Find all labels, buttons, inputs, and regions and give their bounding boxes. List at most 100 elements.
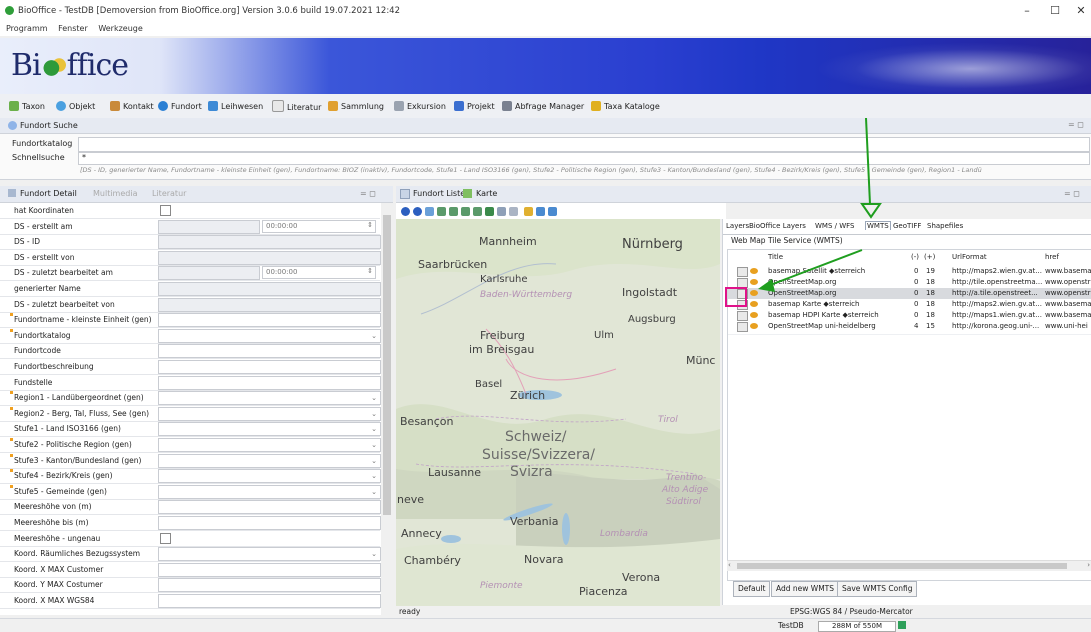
table-row[interactable]: basemap HDPI Karte ◆sterreich 0 18 http://m… xyxy=(728,310,1091,321)
draw-icon[interactable] xyxy=(524,207,533,216)
toolbar-sammlung[interactable]: Sammlung xyxy=(328,100,384,113)
cursor-icon[interactable] xyxy=(509,207,518,216)
toolbar-taxon[interactable]: Taxon xyxy=(9,100,45,113)
dropdown-field[interactable]: ⌄ xyxy=(158,484,381,499)
globe-icon[interactable] xyxy=(401,207,410,216)
spinner-icon[interactable]: ⇕ xyxy=(367,267,373,275)
col-max[interactable]: (+) xyxy=(924,253,935,261)
tab-karte[interactable]: Karte xyxy=(476,189,497,198)
layer-toggle-icon[interactable] xyxy=(737,278,748,288)
tab-literatur[interactable]: Literatur xyxy=(152,189,186,198)
tab-geotiff[interactable]: GeoTIFF xyxy=(893,222,921,230)
dropdown-field[interactable]: ⌄ xyxy=(158,406,381,421)
toolbar-objekt[interactable]: Objekt xyxy=(56,100,95,113)
tab-shapefiles[interactable]: Shapefiles xyxy=(927,222,963,230)
visibility-icon[interactable] xyxy=(750,323,758,329)
dropdown-field[interactable]: ⌄ xyxy=(158,328,381,343)
save-wmts-config-button[interactable]: Save WMTS Config xyxy=(837,581,918,597)
tab-wmts[interactable]: WMTS xyxy=(865,221,891,230)
tab-wms-wfs[interactable]: WMS / WFS xyxy=(815,222,854,230)
measure-icon[interactable] xyxy=(497,207,506,216)
layer-toggle-icon[interactable] xyxy=(737,322,748,332)
chevron-down-icon[interactable]: ⌄ xyxy=(371,441,377,449)
text-field[interactable] xyxy=(158,562,381,577)
zoom-prev-icon[interactable] xyxy=(473,207,482,216)
layer-toggle-icon[interactable] xyxy=(737,267,748,277)
text-field[interactable] xyxy=(158,578,381,593)
dropdown-field[interactable]: ⌄ xyxy=(158,438,381,452)
text-field[interactable] xyxy=(158,250,381,265)
pan-icon[interactable] xyxy=(425,207,434,216)
text-field[interactable] xyxy=(158,344,381,359)
col-title[interactable]: Title xyxy=(768,253,783,261)
toolbar-abfrage-manager[interactable]: Abfrage Manager xyxy=(502,100,584,113)
tab-multimedia[interactable]: Multimedia xyxy=(93,189,137,198)
toolbar-kontakt[interactable]: Kontakt xyxy=(110,100,154,113)
menu-fenster[interactable]: Fenster xyxy=(58,22,88,36)
text-field[interactable] xyxy=(158,282,381,296)
scrollbar-thumb[interactable] xyxy=(383,215,391,515)
text-field[interactable] xyxy=(158,594,381,608)
col-min[interactable]: (-) xyxy=(911,253,919,261)
chevron-down-icon[interactable]: ⌄ xyxy=(371,394,377,402)
spinner-icon[interactable]: ⇕ xyxy=(367,221,373,229)
layer-icon[interactable] xyxy=(485,207,494,216)
fundortkatalog-field[interactable] xyxy=(78,137,1090,152)
layer-toggle-icon[interactable] xyxy=(737,300,748,310)
dropdown-field[interactable]: ⌄ xyxy=(158,422,381,437)
table-row[interactable]: OpenStreetMap.org 0 18 http://a.tile.openst… xyxy=(728,288,1091,299)
visibility-icon[interactable] xyxy=(750,301,758,307)
default-button[interactable]: Default xyxy=(733,581,771,597)
chevron-down-icon[interactable]: ⌄ xyxy=(371,550,377,558)
zoom-in-icon[interactable] xyxy=(437,207,446,216)
zoom-out-icon[interactable] xyxy=(449,207,458,216)
dropdown-field[interactable]: ⌄ xyxy=(158,453,381,468)
text-field[interactable] xyxy=(158,500,381,515)
layer-toggle-icon[interactable] xyxy=(737,289,748,299)
menu-programm[interactable]: Programm xyxy=(6,22,48,36)
hscroll-thumb[interactable] xyxy=(737,563,1067,569)
dropdown-field[interactable]: ⌄ xyxy=(158,547,381,562)
pane-controls-icon[interactable]: = ◻ xyxy=(360,189,376,198)
text-field[interactable] xyxy=(158,235,381,250)
toolbar-leihwesen[interactable]: Leihwesen xyxy=(208,100,263,113)
chevron-down-icon[interactable]: ⌄ xyxy=(371,410,377,418)
date-field[interactable] xyxy=(158,266,260,281)
visibility-icon[interactable] xyxy=(750,279,758,285)
chevron-down-icon[interactable]: ⌄ xyxy=(371,332,377,340)
table-row[interactable]: basemap Karte ◆sterreich 0 18 http://maps2.… xyxy=(728,299,1091,310)
zoom-extent-icon[interactable] xyxy=(413,207,422,216)
tab-fundort-detail[interactable]: Fundort Detail xyxy=(20,189,77,198)
export-map-icon[interactable] xyxy=(548,207,557,216)
garbage-collect-icon[interactable] xyxy=(898,621,906,629)
text-field[interactable] xyxy=(158,516,381,530)
col-urlformat[interactable]: UrlFormat xyxy=(952,253,987,261)
date-field[interactable] xyxy=(158,219,260,234)
chevron-down-icon[interactable]: ⌄ xyxy=(371,472,377,480)
toolbar-literatur[interactable]: Literatur xyxy=(272,100,321,113)
time-spinner[interactable]: 00:00:00 ⇕ xyxy=(262,266,376,280)
time-spinner[interactable]: 00:00:00 ⇕ xyxy=(262,219,376,233)
text-field[interactable] xyxy=(158,297,381,312)
toolbar-fundort[interactable]: Fundort xyxy=(158,100,202,113)
pane-controls-right-icon[interactable]: = ◻ xyxy=(1064,189,1080,198)
text-field[interactable] xyxy=(158,313,381,328)
table-hscrollbar[interactable]: ‹ › xyxy=(727,560,1091,571)
table-row[interactable]: OpenStreetMap uni-heidelberg 4 15 http://ko… xyxy=(728,321,1091,332)
visibility-icon[interactable] xyxy=(750,290,758,296)
tab-fundort-liste[interactable]: Fundort Liste xyxy=(413,189,465,198)
chevron-down-icon[interactable]: ⌄ xyxy=(371,425,377,433)
map-view[interactable]: Mannheim Nürnberg Saarbrücken Karlsruhe Bade… xyxy=(396,219,720,606)
save-map-icon[interactable] xyxy=(536,207,545,216)
dropdown-field[interactable]: ⌄ xyxy=(158,469,381,484)
schnellsuche-input[interactable]: * xyxy=(78,152,1090,165)
dropdown-field[interactable]: ⌄ xyxy=(158,391,381,406)
toolbar-exkursion[interactable]: Exkursion xyxy=(394,100,446,113)
add-new-wmts-button[interactable]: Add new WMTS xyxy=(771,581,840,597)
chevron-down-icon[interactable]: ⌄ xyxy=(371,488,377,496)
text-field[interactable] xyxy=(158,360,381,374)
menu-werkzeuge[interactable]: Werkzeuge xyxy=(98,22,142,36)
checkbox[interactable] xyxy=(160,205,171,216)
close-button[interactable]: ✕ xyxy=(1066,2,1091,20)
tab-biooffice-layers[interactable]: BioOffice Layers xyxy=(749,222,806,230)
